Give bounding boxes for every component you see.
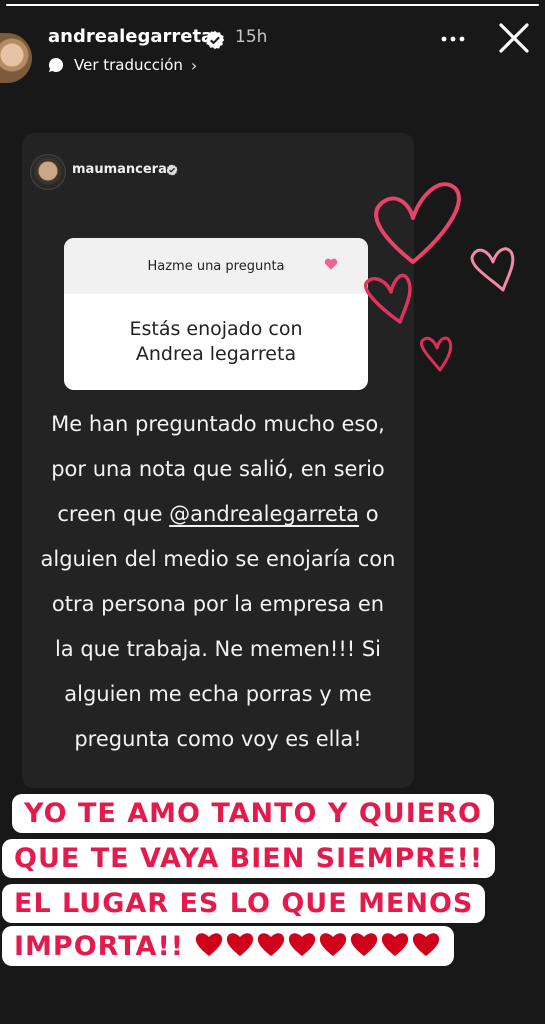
answer-line: alguien me echa porras y me: [64, 682, 372, 706]
red-heart-emoji-icon: [413, 933, 440, 956]
question-text: Estás enojado con Andrea legarreta: [64, 294, 368, 390]
author-avatar[interactable]: [0, 33, 32, 83]
translate-label: Ver traducción: [74, 56, 183, 74]
overlay-text-line: IMPORTA!!: [2, 926, 455, 966]
red-heart-emoji-icon: [196, 933, 223, 956]
verified-badge-icon: [205, 30, 225, 50]
story-author-username[interactable]: andrealegarreta: [48, 26, 213, 47]
more-options-icon[interactable]: [440, 34, 466, 44]
answer-text: Me han preguntado mucho eso, por una not…: [22, 402, 414, 762]
heart-outline-icon: [470, 247, 515, 292]
story-progress-fill: [6, 4, 539, 6]
red-heart-emoji-icon: [351, 933, 378, 956]
red-heart-emoji-icon: [227, 933, 254, 956]
story-timestamp: 15h: [235, 27, 268, 47]
red-heart-emoji-icon: [289, 933, 316, 956]
overlay-text-fragment: IMPORTA!!: [14, 931, 185, 962]
red-heart-emoji-icon: [258, 933, 285, 956]
translate-icon: [49, 57, 64, 72]
heart-icon: [324, 258, 338, 270]
chevron-right-icon: ›: [190, 55, 198, 75]
red-heart-emoji-icon: [320, 933, 347, 956]
verified-badge-icon: [166, 164, 178, 176]
heart-outline-icon: [420, 336, 453, 372]
answer-line: pregunta como voy es ella!: [74, 727, 362, 751]
answer-line: creen que @andrealegarreta o: [22, 492, 414, 537]
answer-line: Me han preguntado mucho eso,: [51, 412, 385, 436]
answer-line: la que trabaja. Ne memen!!! Si: [54, 637, 382, 661]
mention-link[interactable]: @andrealegarreta: [169, 502, 359, 526]
overlay-text-block: YO TE AMO TANTO Y QUIERO QUE TE VAYA BIE…: [0, 786, 545, 986]
answer-line: otra persona por la empresa en: [51, 592, 385, 616]
overlay-text-line: EL LUGAR ES LO QUE MENOS: [2, 884, 486, 923]
red-heart-emoji-icon: [382, 933, 409, 956]
answer-line: por una nota que salió, en serio: [51, 457, 385, 481]
overlay-text-line: QUE TE VAYA BIEN SIEMPRE!!: [2, 839, 496, 878]
question-line: Andrea legarreta: [135, 343, 297, 365]
heart-emoji-row: [194, 931, 442, 962]
question-sticker-title: Hazme una pregunta: [147, 258, 285, 274]
story-progress-bar: [6, 4, 539, 6]
question-sticker: Hazme una pregunta Estás enojado con And…: [64, 238, 368, 390]
shared-post-avatar[interactable]: [30, 154, 66, 190]
question-line: Estás enojado con: [129, 318, 303, 340]
answer-text-fragment: creen que: [57, 502, 170, 526]
overlay-text-line: YO TE AMO TANTO Y QUIERO: [12, 794, 494, 833]
answer-text-fragment: o: [359, 502, 379, 526]
answer-line: alguien del medio se enojaría con: [40, 547, 396, 571]
translate-link[interactable]: Ver traducción ›: [48, 54, 197, 76]
shared-post-username[interactable]: maumancera: [72, 162, 167, 177]
question-sticker-header: Hazme una pregunta: [64, 238, 368, 294]
close-icon[interactable]: [497, 21, 531, 55]
